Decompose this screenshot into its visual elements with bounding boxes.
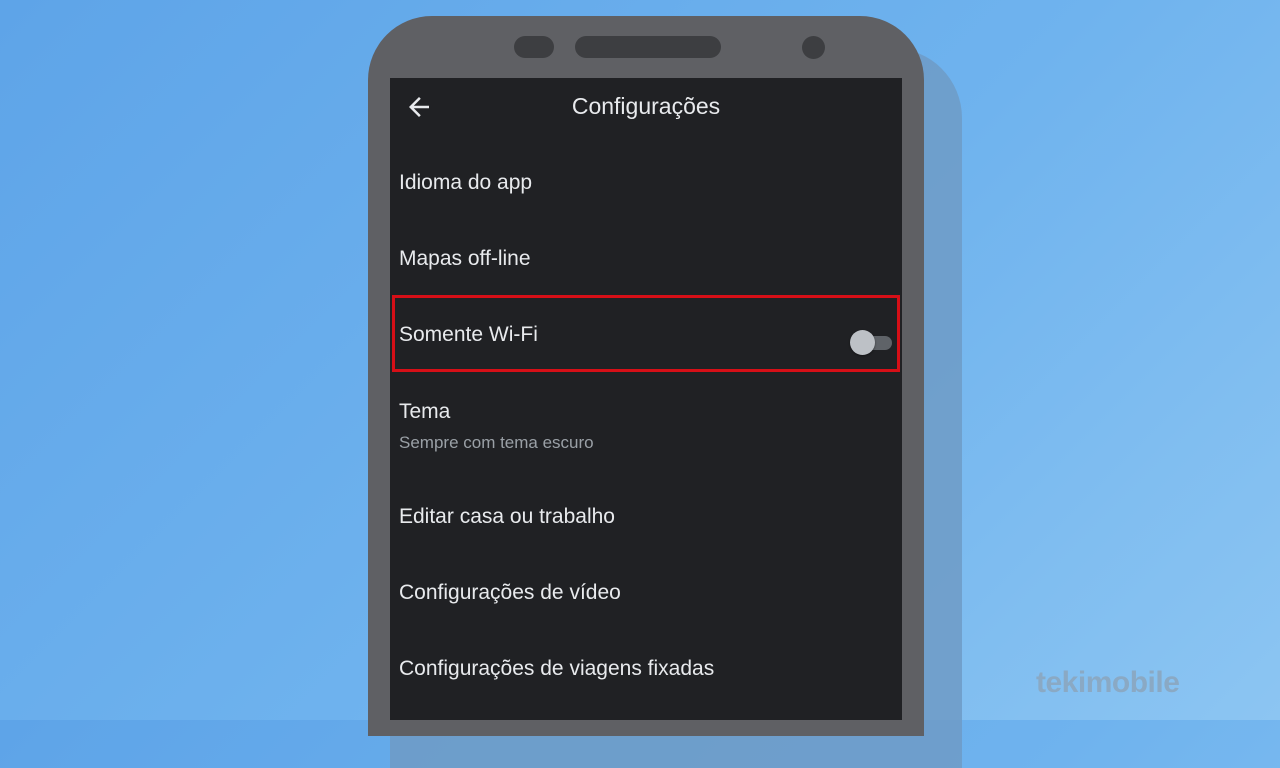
settings-item-video-settings[interactable]: Configurações de vídeo [390,556,902,632]
wifi-only-toggle[interactable] [850,328,894,356]
settings-item-sublabel: Sempre com tema escuro [399,433,594,452]
settings-item-label: Tema [399,400,451,423]
settings-item-label: Configurações de vídeo [399,581,621,604]
settings-item-label: Editar casa ou trabalho [399,505,615,528]
app-bar: Configurações [390,78,902,136]
phone-camera [802,36,825,59]
settings-item-app-language[interactable]: Idioma do app [390,146,902,222]
settings-item-theme[interactable]: Tema Sempre com tema escuro [390,378,902,478]
phone-sensor [514,36,554,58]
settings-item-label: Idioma do app [399,171,533,194]
settings-item-label: Mapas off-line [399,247,531,270]
settings-item-edit-home-work[interactable]: Editar casa ou trabalho [390,480,902,556]
settings-item-wifi-only[interactable]: Somente Wi-Fi [390,298,902,374]
watermark-logo: tekimobile [1036,666,1180,699]
toggle-thumb [850,330,875,355]
settings-item-offline-maps[interactable]: Mapas off-line [390,222,902,298]
page-title: Configurações [571,93,721,119]
settings-item-pinned-trips[interactable]: Configurações de viagens fixadas [390,632,902,708]
settings-item-label: Configurações de viagens fixadas [399,657,715,680]
phone-screen: Configurações Idioma do app Mapas off-li… [390,78,902,720]
settings-item-label: Somente Wi-Fi [399,323,538,346]
phone-speaker [575,36,721,58]
